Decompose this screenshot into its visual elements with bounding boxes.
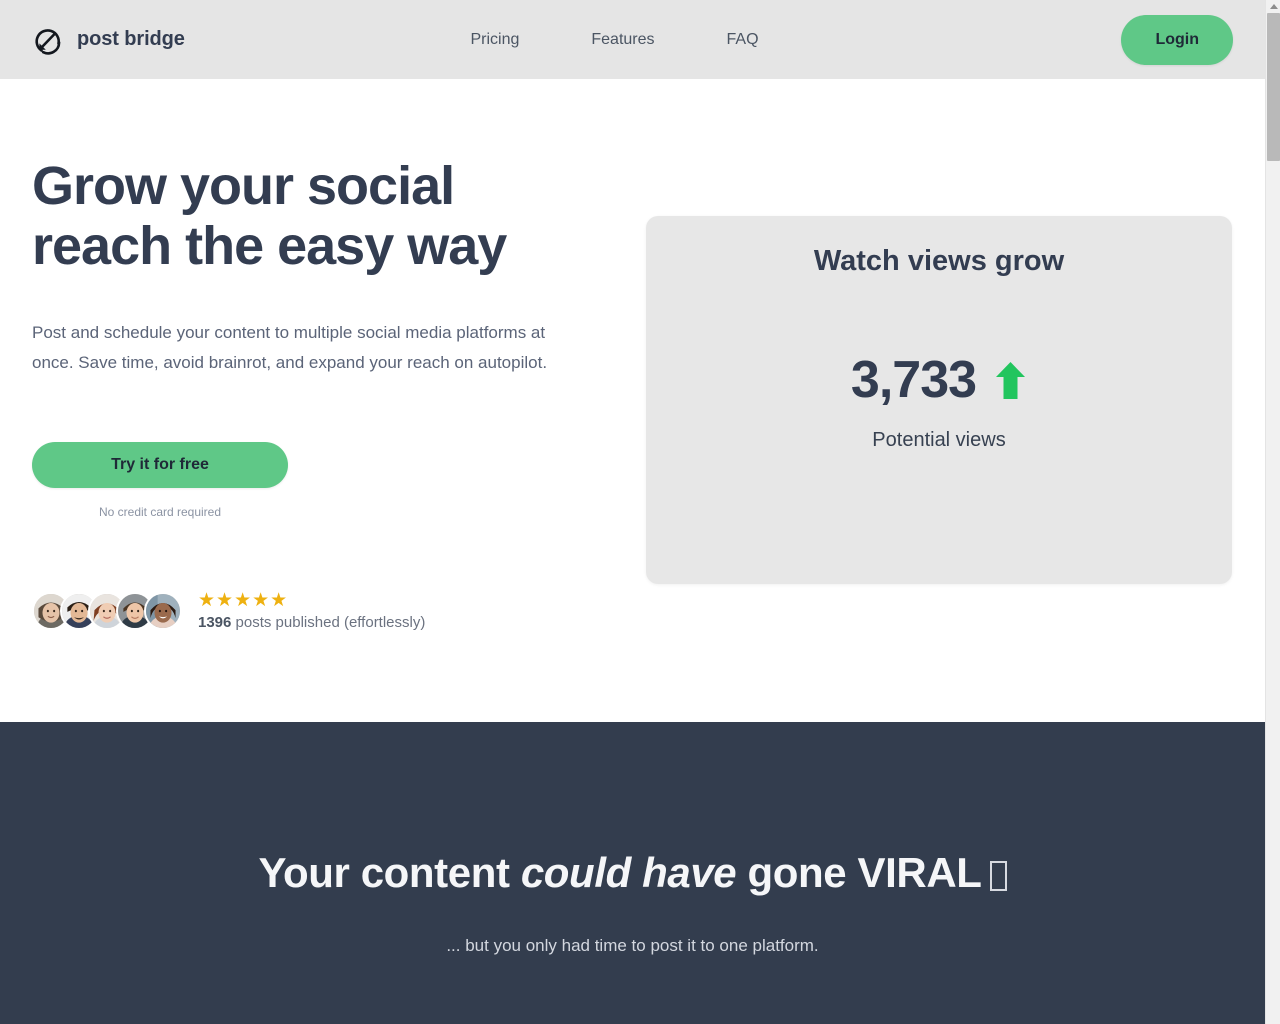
posts-published-count: 1396 xyxy=(198,614,232,631)
nav-item-features[interactable]: Features xyxy=(555,31,690,48)
hero-title-line-1: Grow your social xyxy=(32,156,455,216)
page-viewport: post bridge Pricing Features FAQ Login G… xyxy=(0,0,1265,1024)
watch-views-grow-card: Watch views grow 3,733 Potential views xyxy=(646,216,1232,584)
viral-subtitle: ... but you only had time to post it to … xyxy=(446,936,819,955)
viral-section: Your content could have gone VIRAL ... b… xyxy=(0,722,1265,1024)
posts-published-suffix: posts published (effortlessly) xyxy=(231,614,426,631)
arrow-up-icon xyxy=(994,360,1027,401)
main-navigation: Pricing Features FAQ xyxy=(0,31,1265,48)
potential-views-label: Potential views xyxy=(872,429,1006,451)
stat-value-row: 3,733 xyxy=(646,354,1232,406)
stat-card-title: Watch views grow xyxy=(813,245,1065,277)
viral-headline-part2: gone VIRAL xyxy=(736,849,982,896)
star-rating: ★★★★★ xyxy=(198,590,289,611)
vertical-scroll-thumb[interactable] xyxy=(1267,13,1280,161)
try-it-for-free-button[interactable]: Try it for free xyxy=(32,442,288,488)
nav-item-faq[interactable]: FAQ xyxy=(691,31,795,48)
viral-headline: Your content could have gone VIRAL xyxy=(243,848,1023,897)
hero-content: Grow your social reach the easy way Post… xyxy=(32,156,612,519)
site-header: post bridge Pricing Features FAQ Login xyxy=(0,0,1265,79)
hero-section: Grow your social reach the easy way Post… xyxy=(0,79,1265,722)
vertical-scrollbar[interactable] xyxy=(1265,0,1280,1024)
avatar xyxy=(144,592,182,630)
viral-headline-emphasis: could have xyxy=(520,849,737,896)
cta-group: Try it for free No credit card required xyxy=(32,442,612,519)
login-button[interactable]: Login xyxy=(1121,14,1233,65)
viral-headline-part1: Your content xyxy=(258,849,521,896)
nav-item-pricing[interactable]: Pricing xyxy=(470,31,555,48)
hero-subtitle: Post and schedule your content to multip… xyxy=(32,323,548,372)
potential-views-value: 3,733 xyxy=(850,351,977,409)
cta-note: No credit card required xyxy=(98,505,222,519)
missing-glyph-box-icon xyxy=(989,861,1007,891)
page-title: Grow your social reach the easy way xyxy=(32,156,572,276)
social-proof-text: ★★★★★ 1396 posts published (effortlessly… xyxy=(198,591,425,631)
social-proof: ★★★★★ 1396 posts published (effortlessly… xyxy=(32,591,425,631)
avatar-group xyxy=(32,592,182,630)
posts-published-line: 1396 posts published (effortlessly) xyxy=(198,614,425,631)
hero-title-line-2: reach the easy way xyxy=(32,216,507,276)
scroll-up-arrow-icon[interactable] xyxy=(1266,0,1280,13)
